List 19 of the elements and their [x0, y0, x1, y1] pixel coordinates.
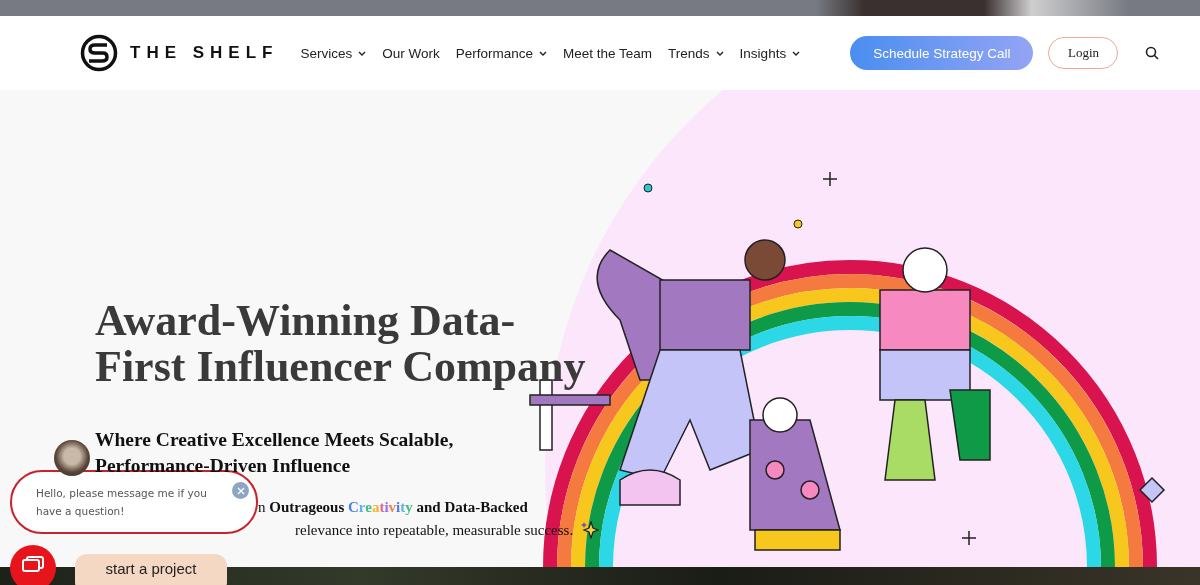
- nav-link[interactable]: Trends: [668, 45, 724, 61]
- avatar-photo: [54, 440, 90, 476]
- nav-link[interactable]: Our Work: [382, 45, 440, 61]
- search-icon[interactable]: [1145, 46, 1160, 60]
- hero-title: Award-Winning Data- First Influencer Company: [95, 298, 587, 390]
- hero-text-line: n Outrageous Creativity and Data-Backed: [258, 499, 528, 516]
- nav-link[interactable]: Meet the Team: [563, 45, 653, 61]
- logo-icon[interactable]: [80, 34, 118, 72]
- start-project-button[interactable]: start a project: [75, 554, 227, 585]
- logo-text[interactable]: THE SHELF: [130, 43, 279, 63]
- nav-link[interactable]: Performance: [455, 45, 548, 61]
- login-button[interactable]: Login: [1048, 37, 1119, 69]
- sparkle-icon: [581, 521, 600, 539]
- close-icon: [236, 486, 245, 495]
- chat-windows-icon: [22, 556, 44, 572]
- nav-link[interactable]: Services: [300, 45, 367, 61]
- chat-launcher-button[interactable]: [10, 545, 56, 585]
- nav-link[interactable]: Insights: [739, 45, 801, 61]
- chat-message: Hello, please message me if you have a question!: [36, 486, 208, 519]
